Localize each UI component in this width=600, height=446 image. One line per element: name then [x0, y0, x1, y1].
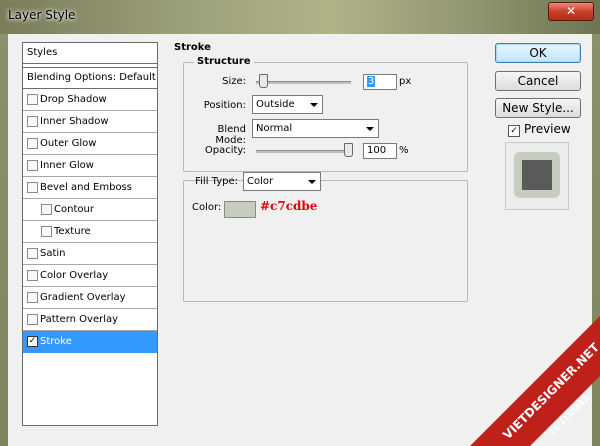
title-bar: Layer Style ✕ — [0, 0, 600, 34]
stroke-section-title: Stroke — [174, 42, 211, 53]
chevron-down-icon — [366, 127, 374, 131]
style-item-texture[interactable]: Texture — [23, 221, 157, 243]
style-checkbox[interactable] — [27, 94, 38, 105]
position-select[interactable]: Outside — [252, 95, 323, 114]
style-checkbox[interactable] — [27, 270, 38, 281]
style-checkbox[interactable] — [41, 204, 52, 215]
style-checkbox[interactable] — [41, 226, 52, 237]
style-items: Drop Shadow Inner Shadow Outer Glow Inner G… — [23, 89, 157, 353]
style-item-color-overlay[interactable]: Color Overlay — [23, 265, 157, 287]
fill-group — [183, 180, 468, 302]
style-item-label: Inner Glow — [40, 160, 94, 171]
structure-title: Structure — [194, 56, 254, 67]
fill-type-select[interactable]: Color — [243, 172, 321, 191]
cancel-button[interactable]: Cancel — [495, 71, 581, 91]
style-item-pattern-overlay[interactable]: Pattern Overlay — [23, 309, 157, 331]
opacity-label: Opacity: — [204, 145, 246, 156]
blend-mode-value: Normal — [256, 123, 293, 134]
style-checkbox[interactable] — [27, 116, 38, 127]
styles-header[interactable]: Styles — [23, 43, 157, 64]
chevron-down-icon — [310, 103, 318, 107]
size-unit: px — [399, 76, 412, 87]
window-frame-right — [592, 34, 600, 446]
close-button[interactable]: ✕ — [548, 2, 594, 21]
style-checkbox[interactable] — [27, 248, 38, 259]
color-hex-annotation: #c7cdbe — [260, 199, 318, 213]
style-item-label: Contour — [54, 204, 94, 215]
style-item-inner-shadow[interactable]: Inner Shadow — [23, 111, 157, 133]
window-frame-left — [0, 34, 8, 446]
style-checkbox[interactable] — [27, 138, 38, 149]
blending-options-item[interactable]: Blending Options: Default — [23, 67, 157, 89]
style-item-contour[interactable]: Contour — [23, 199, 157, 221]
styles-list: Styles Blending Options: Default Drop Sh… — [22, 42, 158, 426]
style-checkbox[interactable] — [27, 292, 38, 303]
size-label: Size: — [222, 76, 246, 87]
style-item-bevel-and-emboss[interactable]: Bevel and Emboss — [23, 177, 157, 199]
preview-stroke-shape — [514, 152, 560, 198]
style-item-label: Satin — [40, 248, 66, 259]
size-slider-thumb[interactable] — [258, 74, 268, 88]
fill-type-value: Color — [247, 176, 274, 187]
opacity-input[interactable]: 100 — [363, 143, 397, 159]
blend-mode-select[interactable]: Normal — [252, 119, 379, 138]
ok-button[interactable]: OK — [495, 43, 581, 63]
opacity-value: 100 — [367, 145, 387, 156]
preview-thumbnail — [505, 142, 569, 210]
style-item-stroke[interactable]: ✓ Stroke — [23, 331, 157, 353]
window-title: Layer Style — [8, 8, 76, 22]
new-style-button[interactable]: New Style... — [495, 98, 581, 118]
preview-label: Preview — [524, 122, 571, 136]
color-label: Color: — [192, 202, 222, 213]
style-item-satin[interactable]: Satin — [23, 243, 157, 265]
opacity-slider-track[interactable] — [256, 150, 351, 153]
blend-mode-label: Blend Mode: — [215, 124, 246, 146]
size-slider-track[interactable] — [256, 81, 351, 84]
style-item-label: Drop Shadow — [40, 94, 107, 105]
style-item-label: Outer Glow — [40, 138, 97, 149]
style-item-label: Bevel and Emboss — [40, 182, 132, 193]
style-item-outer-glow[interactable]: Outer Glow — [23, 133, 157, 155]
style-item-label: Pattern Overlay — [40, 314, 119, 325]
preview-fill-shape — [522, 160, 552, 190]
size-value: 3 — [367, 76, 376, 87]
fill-type-label: Fill Type: — [195, 176, 238, 187]
style-item-gradient-overlay[interactable]: Gradient Overlay — [23, 287, 157, 309]
chevron-down-icon — [308, 180, 316, 184]
preview-checkbox[interactable]: ✓ — [508, 125, 520, 137]
style-item-label: Texture — [54, 226, 91, 237]
style-checkbox[interactable] — [27, 314, 38, 325]
style-checkbox[interactable] — [27, 182, 38, 193]
checkmark-icon: ✓ — [510, 126, 518, 136]
style-checkbox[interactable]: ✓ — [27, 336, 38, 347]
position-value: Outside — [256, 99, 295, 110]
size-input[interactable]: 3 — [363, 74, 397, 90]
position-label: Position: — [203, 100, 246, 111]
style-item-drop-shadow[interactable]: Drop Shadow — [23, 89, 157, 111]
opacity-unit: % — [399, 145, 409, 156]
style-item-label: Inner Shadow — [40, 116, 109, 127]
style-item-label: Color Overlay — [40, 270, 109, 281]
dialog-body: Styles Blending Options: Default Drop Sh… — [8, 34, 592, 446]
style-item-label: Stroke — [40, 336, 72, 347]
close-icon: ✕ — [565, 4, 577, 18]
color-swatch[interactable] — [224, 201, 256, 218]
style-checkbox[interactable] — [27, 160, 38, 171]
style-item-inner-glow[interactable]: Inner Glow — [23, 155, 157, 177]
style-item-label: Gradient Overlay — [40, 292, 126, 303]
opacity-slider-thumb[interactable] — [344, 143, 353, 157]
